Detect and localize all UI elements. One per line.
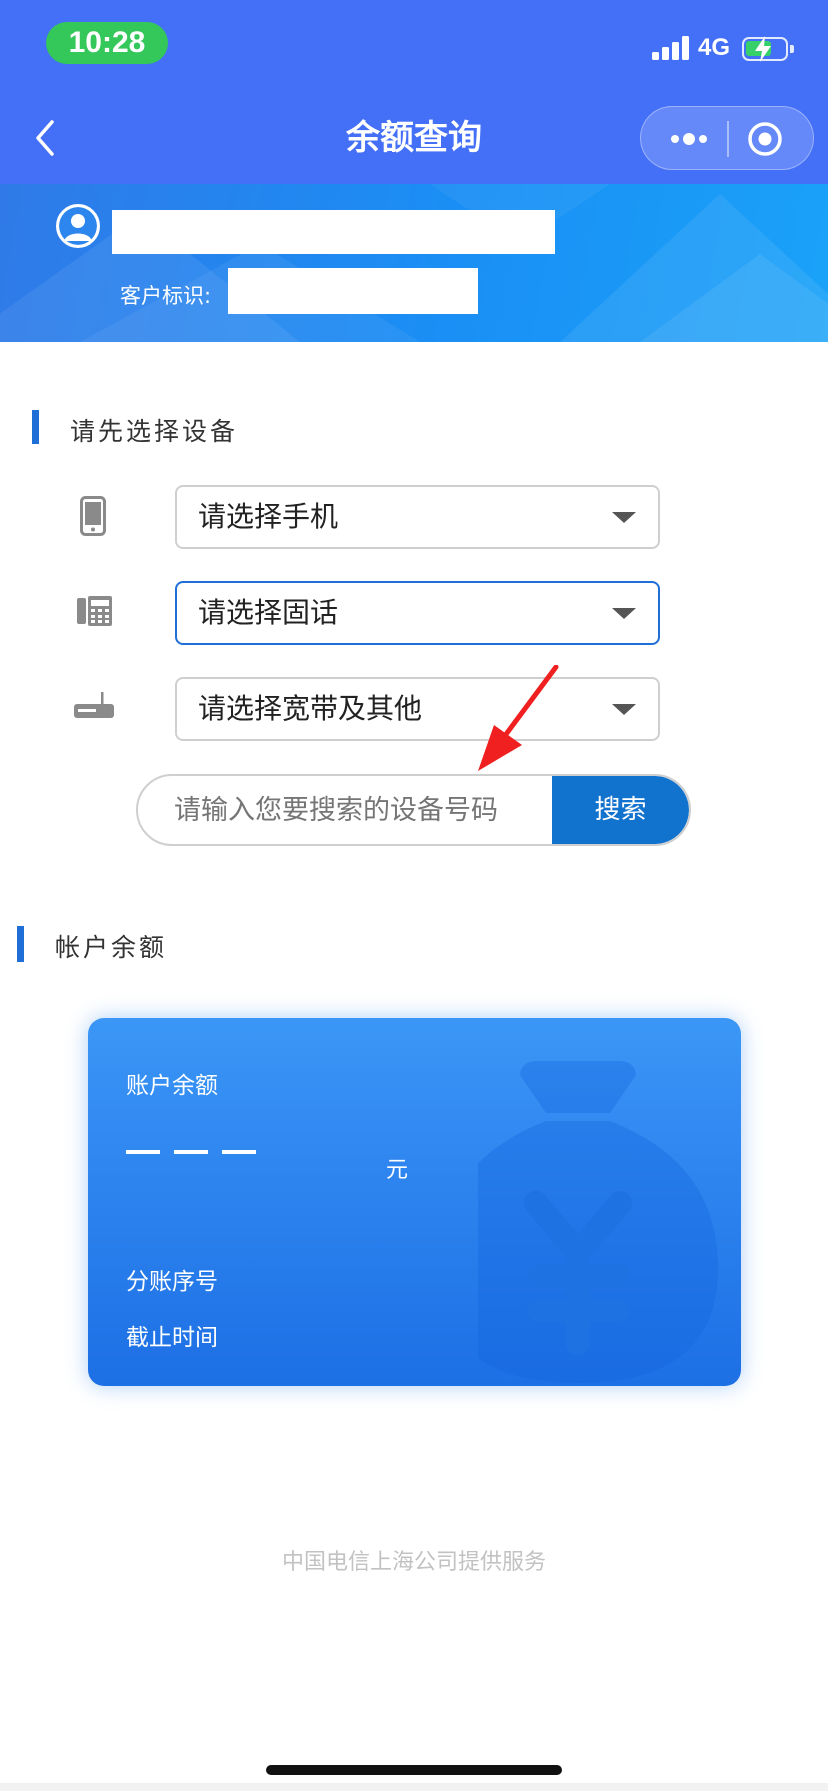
landline-phone-icon [77,596,113,630]
money-bag-icon [478,1061,718,1383]
user-banner: 客户标识: [0,184,828,342]
chevron-down-icon [612,512,636,523]
device-search-box: 搜索 [136,774,691,846]
broadband-select[interactable]: 请选择宽带及其他 [175,677,660,741]
signal-icon [652,36,692,60]
customer-id-redacted [228,268,478,314]
more-button[interactable] [663,121,715,157]
sub-account-label: 分账序号 [126,1269,218,1295]
device-section-title: 请先选择设备 [70,417,239,446]
chevron-down-icon [612,704,636,715]
network-type: 4G [698,34,731,61]
status-time: 10:28 [46,22,168,64]
user-name-redacted [112,210,555,254]
user-avatar-icon [59,207,97,245]
chevron-left-icon [36,120,54,156]
deadline-label: 截止时间 [126,1325,218,1351]
mobile-select[interactable]: 请选择手机 [175,485,660,549]
close-mini-program-button[interactable] [745,119,785,159]
back-button[interactable] [30,118,62,158]
battery-icon [742,36,794,62]
more-dots-icon [671,133,707,145]
status-bar: 10:28 4G [0,0,828,92]
balance-section-title: 帐户余额 [55,933,168,962]
balance-amount [126,1150,256,1156]
balance-card: 账户余额 元 分账序号 截止时间 [88,1018,741,1386]
balance-unit: 元 [386,1158,409,1183]
chevron-down-icon [612,608,636,619]
mini-program-capsule [640,106,814,170]
mobile-select-label: 请选择手机 [198,500,339,533]
nav-bar: 余额查询 [0,92,828,184]
broadband-select-label: 请选择宽带及其他 [198,692,423,725]
banner-pattern [0,184,828,342]
home-indicator[interactable] [266,1765,562,1775]
mobile-phone-icon [80,496,106,540]
section-marker [32,410,39,444]
customer-id-label: 客户标识: [120,284,212,308]
landline-select[interactable]: 请选择固话 [175,581,660,645]
avatar [56,204,100,248]
footer-text: 中国电信上海公司提供服务 [281,1550,546,1575]
annotation-arrow-icon [478,665,559,771]
device-number-input[interactable] [138,776,553,844]
target-icon [748,122,782,156]
search-button[interactable]: 搜索 [552,776,689,844]
landline-select-label: 请选择固话 [198,596,339,629]
section-marker [17,926,24,962]
router-icon [74,692,114,724]
balance-label: 账户余额 [126,1073,218,1099]
